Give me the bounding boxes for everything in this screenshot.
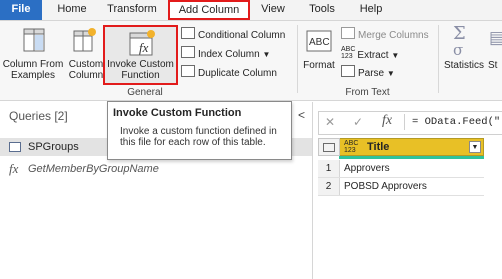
query-item-getmemberbygroupname[interactable]: fx GetMemberByGroupName	[0, 160, 312, 178]
query-item-label: GetMemberByGroupName	[28, 163, 159, 175]
standard-icon: ▤	[489, 28, 502, 47]
custom-column-icon	[73, 27, 97, 56]
format-label: Format	[303, 60, 335, 71]
duplicate-column-label: Duplicate Column	[198, 68, 277, 79]
standard-button[interactable]: ▤ St	[488, 24, 502, 84]
statistics-label: Statistics	[443, 60, 484, 71]
formula-divider	[404, 114, 405, 130]
standard-label: St	[488, 60, 498, 71]
table-icon	[323, 143, 335, 152]
extract-label: Extract	[357, 50, 389, 61]
statistics-button[interactable]: Σσ Statistics	[441, 24, 487, 84]
tab-home[interactable]: Home	[52, 0, 92, 20]
duplicate-column-button[interactable]: Duplicate Column	[181, 65, 277, 80]
table-menu-icon[interactable]	[318, 138, 340, 156]
ribbon: Column From Examples Custom Column fx In…	[0, 21, 502, 101]
merge-columns-label: Merge Columns	[358, 30, 429, 41]
tab-file[interactable]: File	[0, 0, 42, 20]
svg-text:ABC: ABC	[309, 37, 330, 48]
parse-button[interactable]: Parse ▼	[341, 65, 395, 80]
parse-label: Parse	[358, 68, 385, 79]
invoke-custom-function-label: Invoke Custom Function	[107, 59, 174, 81]
data-preview-pane: ✕ ✓ fx = OData.Feed(" ABC 123 Title ▼ 1 A…	[312, 102, 502, 279]
row-number: 1	[318, 160, 340, 177]
cell-title[interactable]: POBSD Approvers	[344, 181, 427, 192]
formula-input[interactable]: = OData.Feed("	[412, 116, 500, 128]
tooltip-title: Invoke Custom Function	[113, 107, 242, 119]
duplicate-column-icon	[181, 65, 195, 77]
svg-text:fx: fx	[139, 40, 149, 55]
type-badge-icon[interactable]: ABC 123	[344, 140, 358, 154]
tooltip-body: Invoke a custom function defined in this…	[120, 126, 277, 148]
fx-icon: fx	[382, 113, 393, 128]
column-header-label: Title	[367, 141, 390, 153]
column-header-title[interactable]: ABC 123 Title ▼	[318, 138, 484, 156]
conditional-column-button[interactable]: Conditional Column	[181, 27, 285, 42]
column-from-examples-label: Column From Examples	[2, 59, 64, 81]
parse-icon	[341, 65, 355, 77]
conditional-column-icon	[181, 27, 195, 39]
column-quality-bar	[339, 156, 484, 159]
sigma-icon: Σσ	[453, 23, 466, 59]
chevron-down-icon: ▼	[391, 51, 400, 60]
chevron-down-icon: ▼	[386, 69, 395, 78]
ribbon-divider	[438, 25, 439, 93]
invoke-function-icon: fx	[129, 29, 157, 60]
merge-columns-icon	[341, 27, 355, 39]
invoke-custom-function-button[interactable]: fx Invoke Custom Function	[103, 25, 178, 85]
format-text-icon: ABC	[306, 30, 332, 55]
merge-columns-button[interactable]: Merge Columns	[341, 27, 429, 42]
custom-column-button[interactable]: Custom Column	[64, 24, 104, 84]
index-column-button[interactable]: Index Column ▼	[181, 46, 270, 61]
accept-formula-button[interactable]: ✓	[353, 115, 363, 129]
extract-button[interactable]: ABC 123 Extract ▼	[341, 46, 399, 62]
cell-title[interactable]: Approvers	[344, 163, 390, 174]
column-filter-button[interactable]: ▼	[469, 141, 481, 153]
table-row[interactable]: 1 Approvers	[318, 160, 484, 178]
from-text-group-label: From Text	[345, 87, 390, 98]
cancel-formula-button[interactable]: ✕	[325, 115, 335, 129]
tab-transform[interactable]: Transform	[102, 0, 162, 20]
tooltip: Invoke Custom Function Invoke a custom f…	[107, 101, 292, 160]
tab-tools[interactable]: Tools	[305, 0, 339, 20]
tab-add-column[interactable]: Add Column	[168, 0, 250, 20]
table-row[interactable]: 2 POBSD Approvers	[318, 178, 484, 196]
index-column-label: Index Column	[198, 49, 260, 60]
general-group-label: General	[127, 87, 163, 98]
row-number: 2	[318, 178, 340, 195]
ribbon-tab-bar: File Home Transform Add Column View Tool…	[0, 0, 502, 21]
function-icon: fx	[9, 161, 19, 176]
tab-view[interactable]: View	[256, 0, 290, 20]
extract-icon: ABC 123	[341, 46, 356, 60]
ribbon-divider	[297, 25, 298, 93]
table-icon	[9, 142, 21, 152]
tab-help[interactable]: Help	[354, 0, 388, 20]
queries-pane-title: Queries [2]	[9, 109, 68, 123]
format-button[interactable]: ABC Format	[300, 24, 338, 84]
conditional-column-label: Conditional Column	[198, 30, 286, 41]
index-column-icon	[181, 46, 195, 58]
column-examples-icon	[23, 27, 45, 56]
formula-bar: ✕ ✓ fx = OData.Feed("	[318, 111, 502, 135]
chevron-down-icon: ▼	[262, 50, 271, 59]
custom-column-label: Custom Column	[68, 59, 104, 81]
collapse-pane-icon[interactable]: <	[298, 108, 305, 122]
column-from-examples-button[interactable]: Column From Examples	[2, 24, 64, 84]
query-item-label: SPGroups	[28, 141, 79, 153]
